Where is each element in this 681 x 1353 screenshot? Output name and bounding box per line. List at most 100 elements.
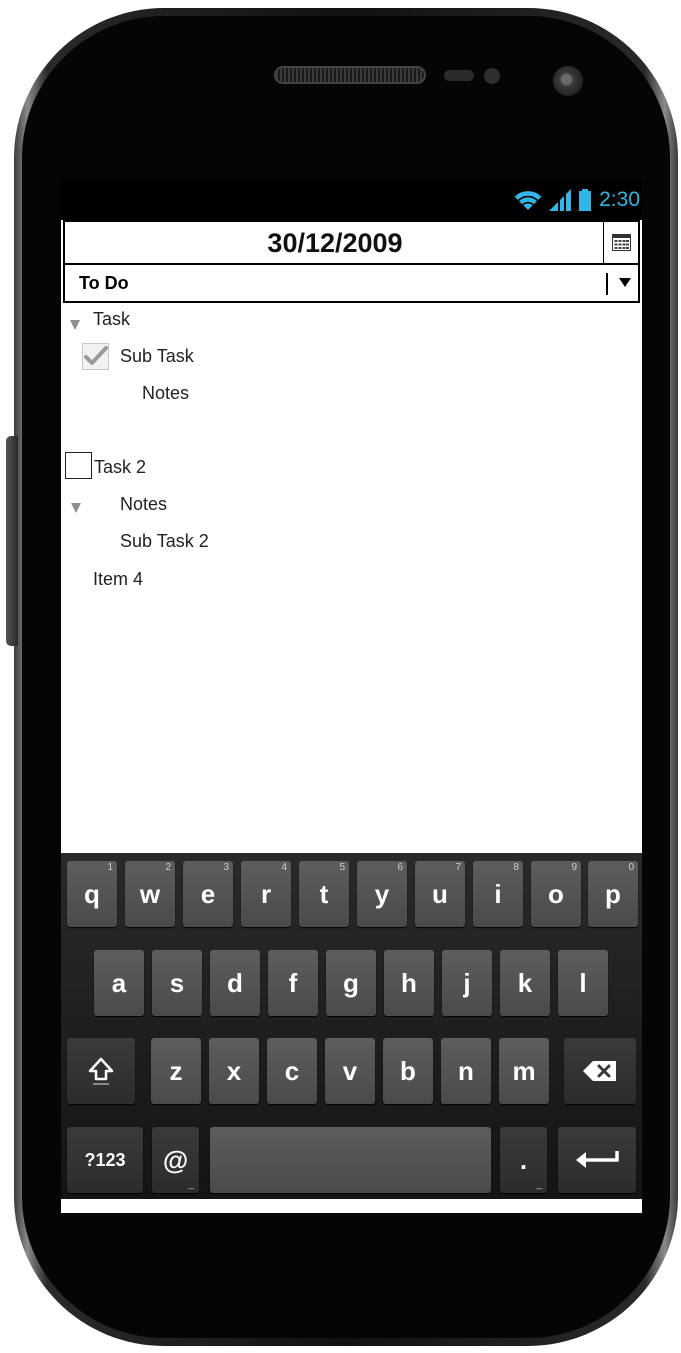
- proximity-sensor: [444, 70, 474, 81]
- key-l[interactable]: l: [558, 950, 608, 1016]
- key-hint: 7: [455, 862, 461, 873]
- key-label: v: [342, 1055, 358, 1086]
- shift-key[interactable]: [67, 1038, 135, 1104]
- light-sensor: [484, 68, 500, 84]
- key-hint: 5: [339, 862, 345, 873]
- key-label: f: [288, 967, 298, 998]
- soft-keyboard: q 1 w 2 e 3 r 4 t 5 y 6 u 7 i 8 o 9 p 0 …: [61, 853, 642, 1199]
- key-w[interactable]: w 2: [125, 861, 175, 927]
- key-label: k: [517, 967, 533, 998]
- key-label: n: [458, 1055, 474, 1086]
- enter-icon: [576, 1151, 619, 1168]
- sub-task-checkbox[interactable]: [82, 343, 109, 370]
- tree-item-notes[interactable]: Notes: [142, 382, 189, 404]
- key-label: c: [284, 1055, 300, 1086]
- front-camera: [553, 66, 583, 96]
- key-d[interactable]: d: [210, 950, 260, 1016]
- key-label: y: [374, 878, 390, 909]
- key-label: s: [169, 967, 185, 998]
- backspace-icon: [583, 1061, 616, 1081]
- key-m[interactable]: m: [499, 1038, 549, 1104]
- key-hint: 0: [628, 862, 634, 873]
- key-label: b: [400, 1055, 416, 1086]
- key-n[interactable]: n: [441, 1038, 491, 1104]
- key-o[interactable]: o 9: [531, 861, 581, 927]
- key-a[interactable]: a: [94, 950, 144, 1016]
- key-b[interactable]: b: [383, 1038, 433, 1104]
- signal-icon: [549, 189, 572, 211]
- key-v[interactable]: v: [325, 1038, 375, 1104]
- key-sub-mark: _: [536, 1179, 542, 1190]
- list-select-divider: [606, 273, 608, 295]
- key-label: g: [343, 967, 359, 998]
- key-q[interactable]: q 1: [67, 861, 117, 927]
- key-hint: 4: [281, 862, 287, 873]
- key-label: a: [111, 967, 127, 998]
- key-z[interactable]: z: [151, 1038, 201, 1104]
- list-select[interactable]: To Do: [63, 263, 640, 303]
- key-label: z: [169, 1055, 183, 1086]
- key-c[interactable]: c: [267, 1038, 317, 1104]
- key-label: t: [319, 878, 329, 909]
- shift-icon: [88, 1057, 114, 1085]
- key-j[interactable]: j: [442, 950, 492, 1016]
- task-2-checkbox[interactable]: [65, 452, 92, 479]
- key-s[interactable]: s: [152, 950, 202, 1016]
- date-value[interactable]: 30/12/2009: [65, 222, 605, 263]
- period-key[interactable]: . _: [500, 1127, 547, 1193]
- key-x[interactable]: x: [209, 1038, 259, 1104]
- calendar-icon: [611, 234, 631, 251]
- checkmark-icon: [84, 346, 108, 365]
- key-e[interactable]: e 3: [183, 861, 233, 927]
- dropdown-arrow-icon[interactable]: [619, 278, 631, 287]
- key-k[interactable]: k: [500, 950, 550, 1016]
- earpiece-speaker: [274, 66, 426, 84]
- calendar-button[interactable]: [603, 222, 638, 263]
- key-label: .: [519, 1144, 528, 1175]
- tree-item-task[interactable]: Task: [93, 308, 130, 330]
- key-label: q: [84, 878, 100, 909]
- key-hint: 2: [165, 862, 171, 873]
- wifi-icon: [513, 189, 543, 210]
- key-g[interactable]: g: [326, 950, 376, 1016]
- key-u[interactable]: u 7: [415, 861, 465, 927]
- key-h[interactable]: h: [384, 950, 434, 1016]
- key-label: d: [227, 967, 243, 998]
- key-hint: 8: [513, 862, 519, 873]
- volume-button: [6, 436, 18, 646]
- tree-item-sub-task[interactable]: Sub Task: [120, 345, 194, 367]
- symbols-key[interactable]: ?123: [67, 1127, 143, 1193]
- key-label: j: [463, 967, 471, 998]
- tree-item-notes-2[interactable]: Notes: [120, 493, 167, 515]
- key-label: w: [139, 878, 161, 909]
- tree-item-item-4[interactable]: Item 4: [93, 568, 143, 590]
- key-label: e: [200, 878, 216, 909]
- key-r[interactable]: r 4: [241, 861, 291, 927]
- key-t[interactable]: t 5: [299, 861, 349, 927]
- key-y[interactable]: y 6: [357, 861, 407, 927]
- at-key[interactable]: @ _: [152, 1127, 199, 1193]
- key-label: u: [432, 878, 448, 909]
- collapse-arrow-icon[interactable]: [71, 503, 81, 513]
- key-f[interactable]: f: [268, 950, 318, 1016]
- status-bar: 2:30: [61, 179, 642, 220]
- key-label: x: [226, 1055, 242, 1086]
- enter-key[interactable]: [558, 1127, 636, 1193]
- screen: 2:30 30/12/2009 To Do Task Sub Task Note…: [61, 179, 642, 1213]
- key-label: o: [548, 878, 564, 909]
- tree-item-task-2[interactable]: Task 2: [94, 456, 146, 478]
- collapse-arrow-icon[interactable]: [70, 320, 80, 330]
- key-label: ?123: [84, 1149, 126, 1170]
- backspace-key[interactable]: [564, 1038, 636, 1104]
- space-key[interactable]: [210, 1127, 491, 1193]
- date-picker[interactable]: 30/12/2009: [63, 220, 640, 263]
- status-time: 2:30: [599, 188, 640, 211]
- key-i[interactable]: i 8: [473, 861, 523, 927]
- key-hint: 3: [223, 862, 229, 873]
- key-label: @: [162, 1144, 189, 1175]
- key-hint: 6: [397, 862, 403, 873]
- tree-item-sub-task-2[interactable]: Sub Task 2: [120, 530, 209, 552]
- key-hint: 9: [571, 862, 577, 873]
- battery-icon: [579, 189, 592, 211]
- key-p[interactable]: p 0: [588, 861, 638, 927]
